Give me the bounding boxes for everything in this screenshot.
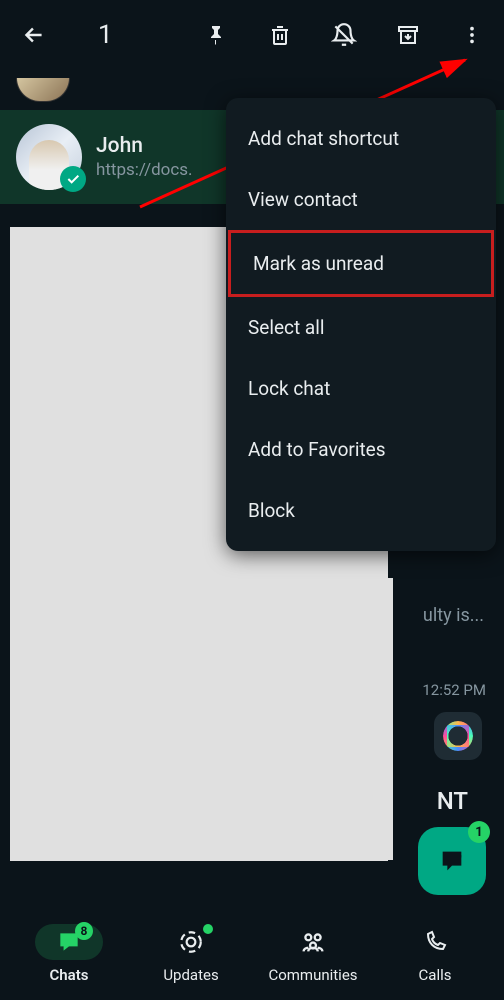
selection-toolbar: 1	[0, 0, 504, 70]
more-options-icon[interactable]	[458, 21, 486, 49]
menu-block[interactable]: Block	[226, 480, 496, 541]
updates-dot	[203, 924, 213, 934]
chat-name: John	[96, 134, 193, 158]
chat-name-partial: NT	[437, 787, 468, 815]
nav-label: Updates	[163, 966, 218, 984]
mute-icon[interactable]	[330, 21, 358, 49]
pin-icon[interactable]	[202, 21, 230, 49]
menu-select-all[interactable]: Select all	[226, 297, 496, 358]
selection-count: 1	[98, 20, 113, 50]
chats-badge: 8	[75, 922, 93, 940]
context-menu: Add chat shortcut View contact Mark as u…	[226, 98, 496, 551]
chat-preview-partial: ulty is...	[423, 605, 484, 626]
nav-label: Calls	[419, 966, 452, 984]
chat-preview: https://docs.	[96, 160, 193, 180]
menu-view-contact[interactable]: View contact	[226, 169, 496, 230]
bottom-nav: 8 Chats Updates Communities Calls	[0, 912, 504, 1000]
avatar-container	[16, 124, 82, 190]
nav-calls[interactable]: Calls	[374, 924, 496, 984]
nav-communities[interactable]: Communities	[252, 924, 374, 984]
menu-add-shortcut[interactable]: Add chat shortcut	[226, 108, 496, 169]
menu-lock-chat[interactable]: Lock chat	[226, 358, 496, 419]
nav-label: Communities	[268, 966, 357, 984]
selected-check-icon	[60, 166, 86, 192]
avatar	[16, 78, 70, 102]
redacted-area	[225, 578, 393, 860]
fab-badge: 1	[468, 821, 490, 843]
new-chat-button[interactable]: 1	[418, 827, 486, 895]
delete-icon[interactable]	[266, 21, 294, 49]
back-button[interactable]	[18, 19, 50, 51]
meta-ai-icon[interactable]	[434, 712, 482, 760]
chat-timestamp: 12:52 PM	[422, 681, 486, 699]
nav-chats[interactable]: 8 Chats	[8, 924, 130, 984]
menu-add-favorites[interactable]: Add to Favorites	[226, 419, 496, 480]
nav-label: Chats	[50, 966, 89, 984]
menu-mark-unread[interactable]: Mark as unread	[228, 230, 494, 297]
nav-updates[interactable]: Updates	[130, 924, 252, 984]
archive-icon[interactable]	[394, 21, 422, 49]
